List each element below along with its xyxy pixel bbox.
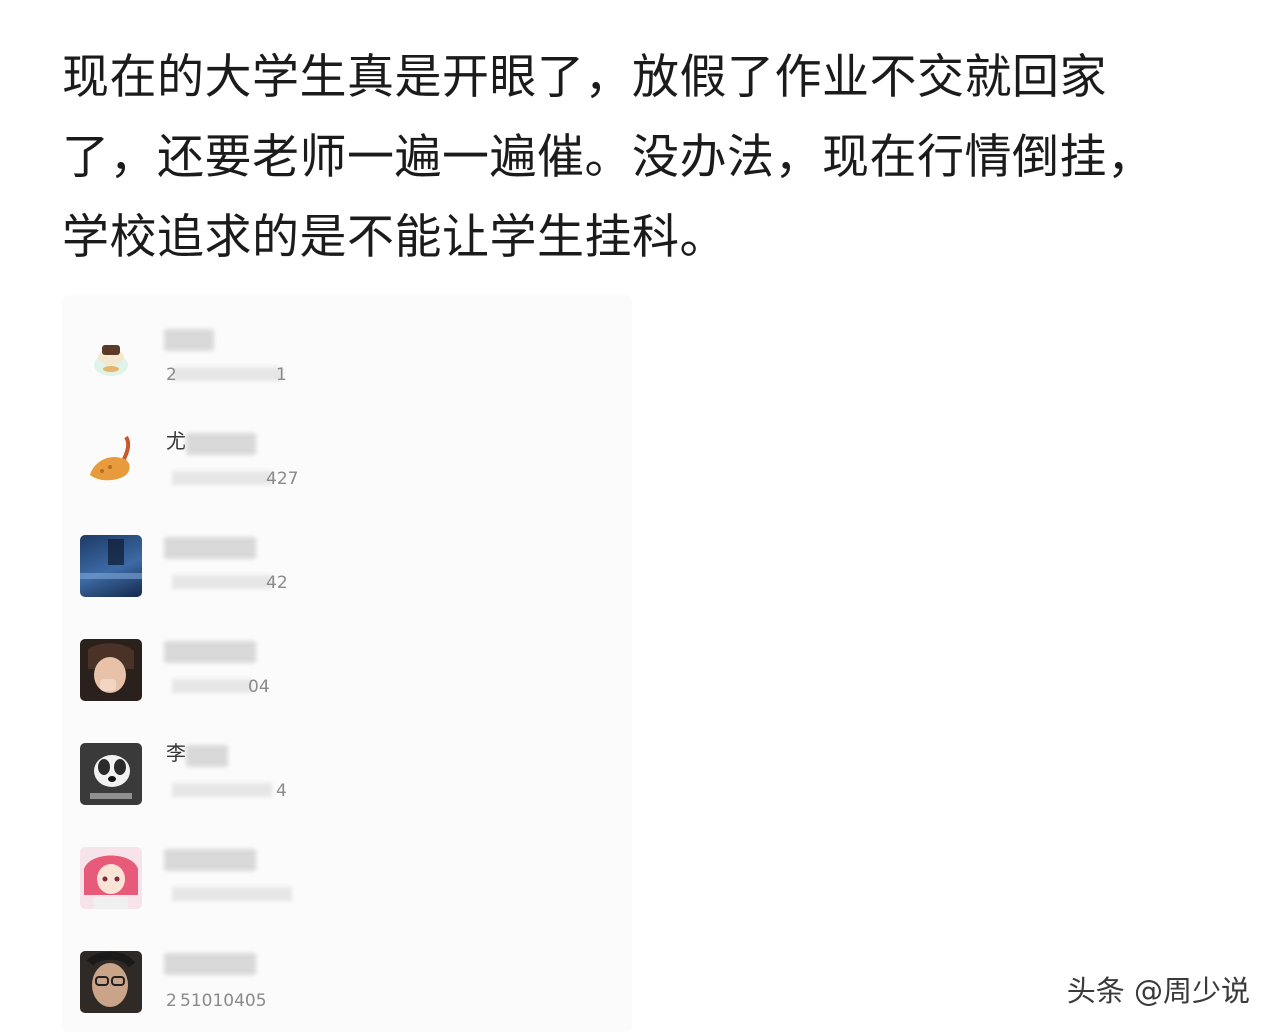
cake-emoji-icon bbox=[80, 327, 142, 389]
list-item: 04 bbox=[80, 639, 600, 709]
member-id-tail: 1 bbox=[276, 365, 287, 385]
post-text: 现在的大学生真是开眼了，放假了作业不交就回家 了，还要老师一遍一遍催。没办法，现… bbox=[62, 38, 1232, 278]
member-id-tail: 4 bbox=[276, 781, 287, 801]
dog-photo-avatar bbox=[80, 743, 142, 805]
list-item bbox=[80, 847, 600, 917]
member-id-prefix: 2 bbox=[166, 365, 177, 385]
post-text-line: 现在的大学生真是开眼了，放假了作业不交就回家 bbox=[62, 50, 1107, 105]
member-id-tail: 04 bbox=[248, 677, 270, 697]
list-item: 尤 427 bbox=[80, 431, 600, 501]
man-photo-avatar bbox=[80, 951, 142, 1013]
list-item: 42 bbox=[80, 535, 600, 605]
post-text-line: 了，还要老师一遍一遍催。没办法，现在行情倒挂， bbox=[62, 130, 1155, 185]
member-id-prefix: 2 bbox=[166, 991, 177, 1011]
fried-shrimp-icon bbox=[80, 431, 142, 493]
anime-girl-avatar bbox=[80, 847, 142, 909]
member-name-first-char: 尤 bbox=[166, 429, 186, 453]
member-list-screenshot: 2 1 尤 427 42 04 李 4 2 51010405 bbox=[62, 295, 632, 1032]
person-photo-avatar bbox=[80, 639, 142, 701]
member-id-tail: 51010405 bbox=[180, 991, 267, 1011]
list-item: 2 51010405 bbox=[80, 951, 600, 1021]
watermark: 头条 @周少说 bbox=[1066, 974, 1250, 1008]
list-item: 2 1 bbox=[80, 327, 600, 397]
list-item: 李 4 bbox=[80, 743, 600, 813]
member-id-tail: 42 bbox=[266, 573, 288, 593]
blue-photo-avatar bbox=[80, 535, 142, 597]
post-text-line: 学校追求的是不能让学生挂科。 bbox=[62, 210, 727, 265]
member-id-tail: 427 bbox=[266, 469, 299, 489]
member-name-first-char: 李 bbox=[166, 741, 186, 765]
